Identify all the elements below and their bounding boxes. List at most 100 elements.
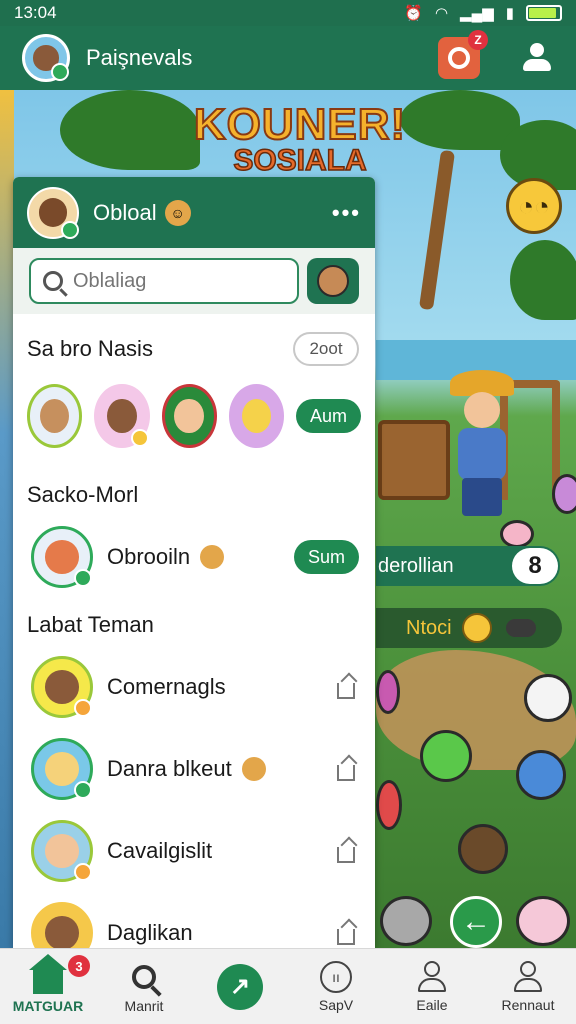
avatar-face (241, 398, 272, 434)
bottom-navigation: 3 MATGUAR Manrit ↗ ıı SapV Eaile Rennaut (0, 948, 576, 1024)
share-icon[interactable] (335, 754, 359, 781)
status-banner[interactable]: derollian 8 (376, 546, 560, 586)
farmer-head (464, 392, 500, 428)
share-icon[interactable] (335, 918, 359, 945)
status-banner-label: derollian (378, 554, 454, 577)
profile-icon-body (514, 977, 542, 992)
friend-row[interactable]: Danra blkeut (13, 728, 375, 810)
suggested-avatar[interactable] (94, 384, 150, 448)
online-action-button[interactable]: Sum (293, 540, 359, 574)
home-icon-shape (29, 953, 67, 994)
suggested-filter-pill[interactable]: 2oot (293, 332, 359, 366)
palm-leaves (60, 90, 200, 170)
nav-sapv-label: SapV (318, 996, 354, 1013)
pink-creature[interactable] (500, 520, 534, 548)
profile-icon-body (523, 59, 551, 71)
farmer-character[interactable] (444, 370, 524, 520)
online-contact-row[interactable]: Obrooiln Sum (13, 516, 375, 598)
pink-bear-creature[interactable] (516, 896, 570, 946)
status-badge (130, 429, 149, 447)
search-input[interactable] (73, 269, 273, 293)
search-row (13, 248, 375, 314)
top-app-bar: Paişnevals Z (0, 26, 576, 90)
contact-avatar (31, 820, 93, 882)
farmer-body (458, 428, 506, 480)
user-avatar[interactable] (22, 34, 70, 82)
online-badge (74, 569, 92, 587)
smiley-icon: ☺ (164, 199, 191, 226)
status-time: 13:04 (14, 3, 57, 22)
friends-section-title: Labat Teman (27, 612, 154, 637)
suggested-avatar[interactable] (161, 384, 217, 448)
contact-avatar (31, 526, 93, 588)
purple-creature[interactable] (552, 474, 576, 514)
suggested-avatar[interactable] (228, 384, 284, 448)
avatar-face (45, 752, 79, 786)
green-creature[interactable] (420, 730, 472, 782)
magenta-creature[interactable] (376, 670, 400, 714)
search-icon (127, 960, 161, 994)
game-icon: ↗ (217, 963, 263, 1010)
blue-creature[interactable] (516, 750, 566, 800)
suggested-add-button[interactable]: Aum (296, 399, 362, 433)
nav-game[interactable]: ↗ (192, 949, 288, 1024)
profile-icon-head (520, 960, 536, 977)
home-icon (29, 953, 67, 994)
signal-icon: ▂▄▆ (460, 5, 494, 22)
contact-name: Daglikan (107, 920, 193, 945)
emoji-face-icon[interactable]: ◔◔ (506, 178, 562, 234)
game-logo: KOUNER! SOSIALA (190, 99, 410, 178)
friend-row[interactable]: Cavailgislit (13, 810, 375, 892)
farmer-legs (462, 478, 502, 516)
share-icon[interactable] (335, 836, 359, 863)
nav-rennaut[interactable]: Rennaut (480, 949, 576, 1024)
online-badge (74, 781, 92, 799)
profile-icon[interactable] (520, 41, 554, 75)
status-bar: 13:04 ⏰ ◠ ▂▄▆ ▮ (0, 0, 576, 26)
game-logo-title: KOUNER! (193, 99, 407, 150)
profile-icon (512, 960, 544, 993)
share-icon[interactable] (335, 672, 359, 699)
friend-row[interactable]: Comernagls (13, 646, 375, 728)
nav-eaile[interactable]: Eaile (384, 949, 480, 1024)
avatar-face (107, 398, 137, 434)
app-title: Paişnevals (86, 45, 193, 70)
avatar-face (174, 398, 204, 434)
online-section-title: Sacko-Morl (27, 482, 139, 507)
search-icon (43, 271, 63, 291)
emoji-icon (241, 757, 266, 781)
wifi-icon: ◠ (434, 5, 449, 22)
panel-title: Obloal (93, 199, 157, 225)
avatar-face (45, 540, 79, 574)
nav-sapv[interactable]: ıı SapV (288, 949, 384, 1024)
contact-avatar (31, 656, 93, 718)
camera-button[interactable]: Z (438, 30, 488, 79)
status-banner-count: 8 (512, 548, 558, 584)
nav-search[interactable]: Manrit (96, 949, 192, 1024)
nav-home[interactable]: 3 MATGUAR (0, 949, 96, 1024)
friend-row[interactable]: Daglikan (13, 892, 375, 948)
friend-avatar-button[interactable] (307, 258, 359, 304)
reward-banner[interactable]: Ntoci (376, 608, 562, 648)
gray-creature[interactable] (380, 896, 432, 946)
suggested-avatars: Aum (13, 384, 375, 448)
more-options-icon[interactable]: ••• (332, 200, 361, 226)
avatar-face (39, 398, 70, 434)
white-creature[interactable] (524, 674, 572, 722)
avatar-face (45, 916, 79, 948)
avatar-face (45, 670, 79, 704)
contact-name: Obrooiln (107, 544, 191, 569)
back-arrow-button[interactable]: ← (450, 896, 502, 948)
palm-leaves (510, 240, 576, 320)
search-box[interactable] (29, 258, 299, 304)
reward-banner-label: Ntoci (406, 616, 452, 639)
cloud-icon (505, 619, 536, 637)
person-icon-body (418, 977, 446, 992)
circle-icon: ıı (320, 960, 352, 993)
suggested-header: Sa bro Nasis 2oot (13, 332, 375, 366)
suggested-avatar[interactable] (27, 384, 83, 448)
panel-user-avatar[interactable] (27, 186, 79, 239)
red-creature[interactable] (376, 780, 402, 830)
brown-creature[interactable] (458, 824, 508, 874)
notification-badge: Z (468, 30, 488, 50)
